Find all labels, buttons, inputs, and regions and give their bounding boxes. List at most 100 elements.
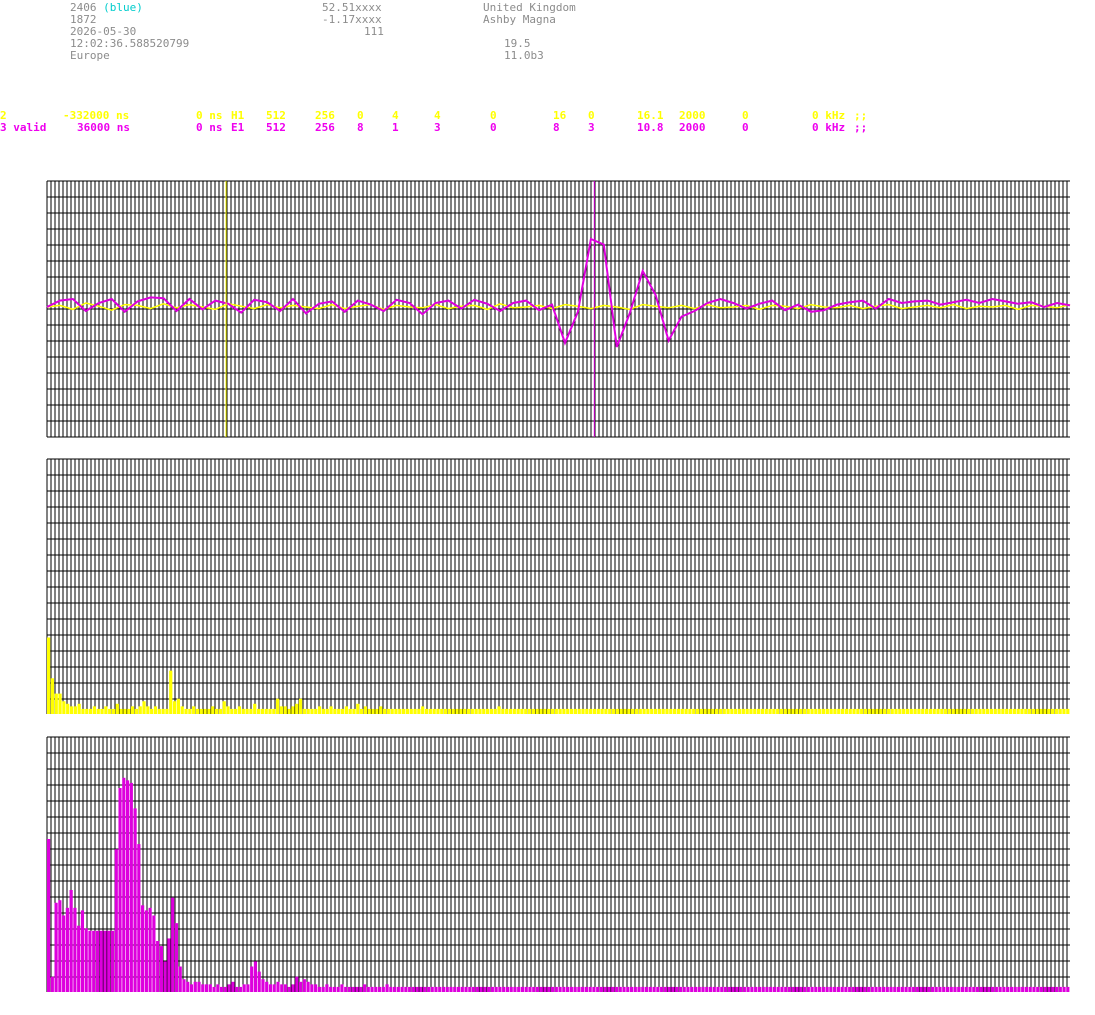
spectrum-bar (193, 981, 197, 992)
spectrum-bar (604, 708, 608, 714)
spectrum-bar (517, 986, 521, 992)
spectrum-bar (447, 708, 452, 714)
spectrum-bar (463, 708, 467, 714)
spectrum-bar (614, 986, 619, 992)
spectrum-bar (245, 708, 249, 714)
spectrum-bar (478, 708, 482, 714)
spectrum-bar (607, 986, 611, 992)
spectrum-bar (123, 708, 127, 714)
spectrum-bar (919, 986, 923, 992)
spectrum-bar (1066, 986, 1070, 992)
spectrum-bar (310, 984, 314, 992)
spectrum-bar (657, 708, 661, 714)
spectrum-bar (645, 986, 649, 992)
spectrum-bar (257, 971, 261, 992)
spectrum-bar (182, 979, 186, 992)
spectrum-bar (1028, 708, 1032, 714)
spectrum-bar (795, 986, 799, 992)
spectrum-bar (627, 708, 631, 714)
spectrum-bar (1032, 986, 1036, 992)
spectrum-bar (707, 708, 711, 714)
spectrum-bar (1009, 986, 1013, 992)
spectrum-bar (520, 986, 525, 992)
spectrum-bar (942, 986, 946, 992)
spectrum-bar (146, 706, 150, 714)
spectrum-bar (957, 986, 961, 992)
spectrum-bar (430, 986, 434, 992)
spectrum-bar (641, 986, 645, 992)
spectrum-bar (493, 708, 497, 714)
spectrum-bar (558, 708, 562, 714)
spectrum-bar (295, 976, 299, 992)
spectrum-bar (47, 637, 51, 714)
spectrum-bar (684, 708, 688, 714)
spectrum-bar (374, 986, 378, 992)
spectrum-bar (680, 708, 684, 714)
spectrum-bar (207, 708, 211, 714)
spectrum-bar (111, 708, 116, 714)
spectrum-bar (347, 986, 352, 992)
spectrum-bar (122, 777, 126, 992)
spectrum-bar (367, 708, 371, 714)
spectrum-bar (547, 986, 551, 992)
spectrum-bar (302, 979, 306, 992)
spectrum-bar (265, 981, 269, 992)
spectrum-bar (875, 708, 879, 714)
spectrum-bar (375, 708, 379, 714)
spectrum-bar (426, 986, 431, 992)
spectrum-bar (855, 986, 859, 992)
spectrum-bar (261, 979, 265, 992)
spectrum-bar (356, 703, 360, 714)
spectrum-bar (836, 986, 840, 992)
spectrum-bar (482, 708, 486, 714)
spectrum-bar (490, 986, 494, 992)
spectrum-bar (997, 708, 1001, 714)
spectrum-bar (986, 708, 990, 714)
spectrum-bar (915, 986, 919, 992)
spectrum-bar (944, 708, 948, 714)
spectrum-bar (550, 708, 555, 714)
spectrum-bar (993, 708, 997, 714)
spectrum-bar (138, 706, 142, 714)
spectrum-bar (814, 708, 818, 714)
spectrum-bar (600, 708, 604, 714)
spectrum-bar (535, 708, 539, 714)
spectrum-bar (176, 698, 180, 714)
spectrum-bar (389, 986, 393, 992)
spectrum-bar (909, 708, 913, 714)
spectrum-bar (894, 708, 898, 714)
spectrum-bar (512, 708, 516, 714)
spectrum-bar (451, 708, 455, 714)
spectrum-bar (637, 986, 641, 992)
spectrum-bar (701, 986, 705, 992)
spectrum-bar (424, 708, 429, 714)
spectrum-bar (741, 708, 745, 714)
spectrum-bar (905, 708, 910, 714)
spectrum-bar (731, 986, 735, 992)
spectrum-bar (573, 986, 577, 992)
spectrum-bar (671, 986, 675, 992)
spectrum-bar (814, 986, 818, 992)
spectrum-bar (153, 706, 158, 714)
spectrum-bar (963, 708, 967, 714)
spectrum-bar (58, 900, 62, 992)
spectrum-bar (1024, 986, 1029, 992)
spectrum-bar (982, 708, 986, 714)
spectrum-bar (256, 708, 261, 714)
spectrum-bar (197, 981, 201, 992)
spectrum-bar (276, 698, 280, 714)
spectrum-bar (47, 839, 51, 992)
spectrum-bar (693, 986, 698, 992)
spectrum-bar (314, 984, 318, 992)
spectrum-bar (638, 708, 642, 714)
spectrum-bar (923, 986, 927, 992)
spectrum-bar (924, 708, 929, 714)
spectrum-bar (615, 708, 619, 714)
spectrum-bar (310, 708, 314, 714)
spectrum-bar (142, 701, 146, 714)
spectrum-bar (653, 708, 658, 714)
spectrum-bar (405, 708, 410, 714)
spectrum-bar (867, 708, 871, 714)
spectrum-bar (619, 708, 623, 714)
spectrum-bar (393, 986, 397, 992)
